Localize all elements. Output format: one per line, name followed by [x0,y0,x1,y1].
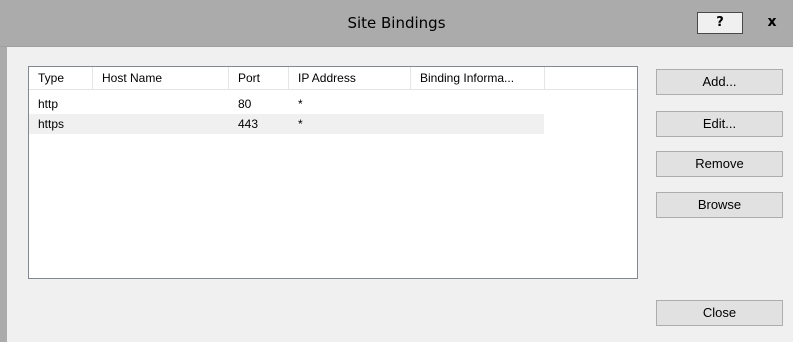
site-bindings-dialog: Site Bindings ? x Type Host Name Port IP… [0,0,793,342]
column-header-ip-address[interactable]: IP Address [289,67,411,89]
cell-ip-address: * [298,117,303,131]
table-row[interactable]: http 80 * [29,94,544,114]
cell-type: https [38,117,65,131]
close-button[interactable]: Close [656,300,783,326]
cell-type: http [38,97,59,111]
column-header-port[interactable]: Port [229,67,289,89]
bindings-list[interactable]: Type Host Name Port IP Address Binding I… [28,66,638,279]
column-header-type[interactable]: Type [29,67,93,89]
dialog-title: Site Bindings [347,14,446,32]
cell-binding-information [411,94,545,114]
cell-binding-information [411,114,545,134]
column-header-binding-information[interactable]: Binding Informa... [411,67,545,89]
add-button[interactable]: Add... [656,69,783,95]
cell-port: 80 [238,97,252,111]
browse-button[interactable]: Browse [656,192,783,218]
window-frame-edge [0,47,7,342]
remove-button[interactable]: Remove [656,151,783,177]
cell-port: 443 [238,117,259,131]
cell-host-name [93,94,229,114]
list-header: Type Host Name Port IP Address Binding I… [29,67,637,90]
column-header-host-name[interactable]: Host Name [93,67,229,89]
close-window-button[interactable]: x [757,12,787,34]
cell-host-name [93,114,229,134]
title-bar: Site Bindings ? x [0,0,793,47]
edit-button[interactable]: Edit... [656,111,783,137]
help-button[interactable]: ? [697,12,743,34]
cell-ip-address: * [298,97,303,111]
table-row[interactable]: https 443 * [29,114,544,134]
